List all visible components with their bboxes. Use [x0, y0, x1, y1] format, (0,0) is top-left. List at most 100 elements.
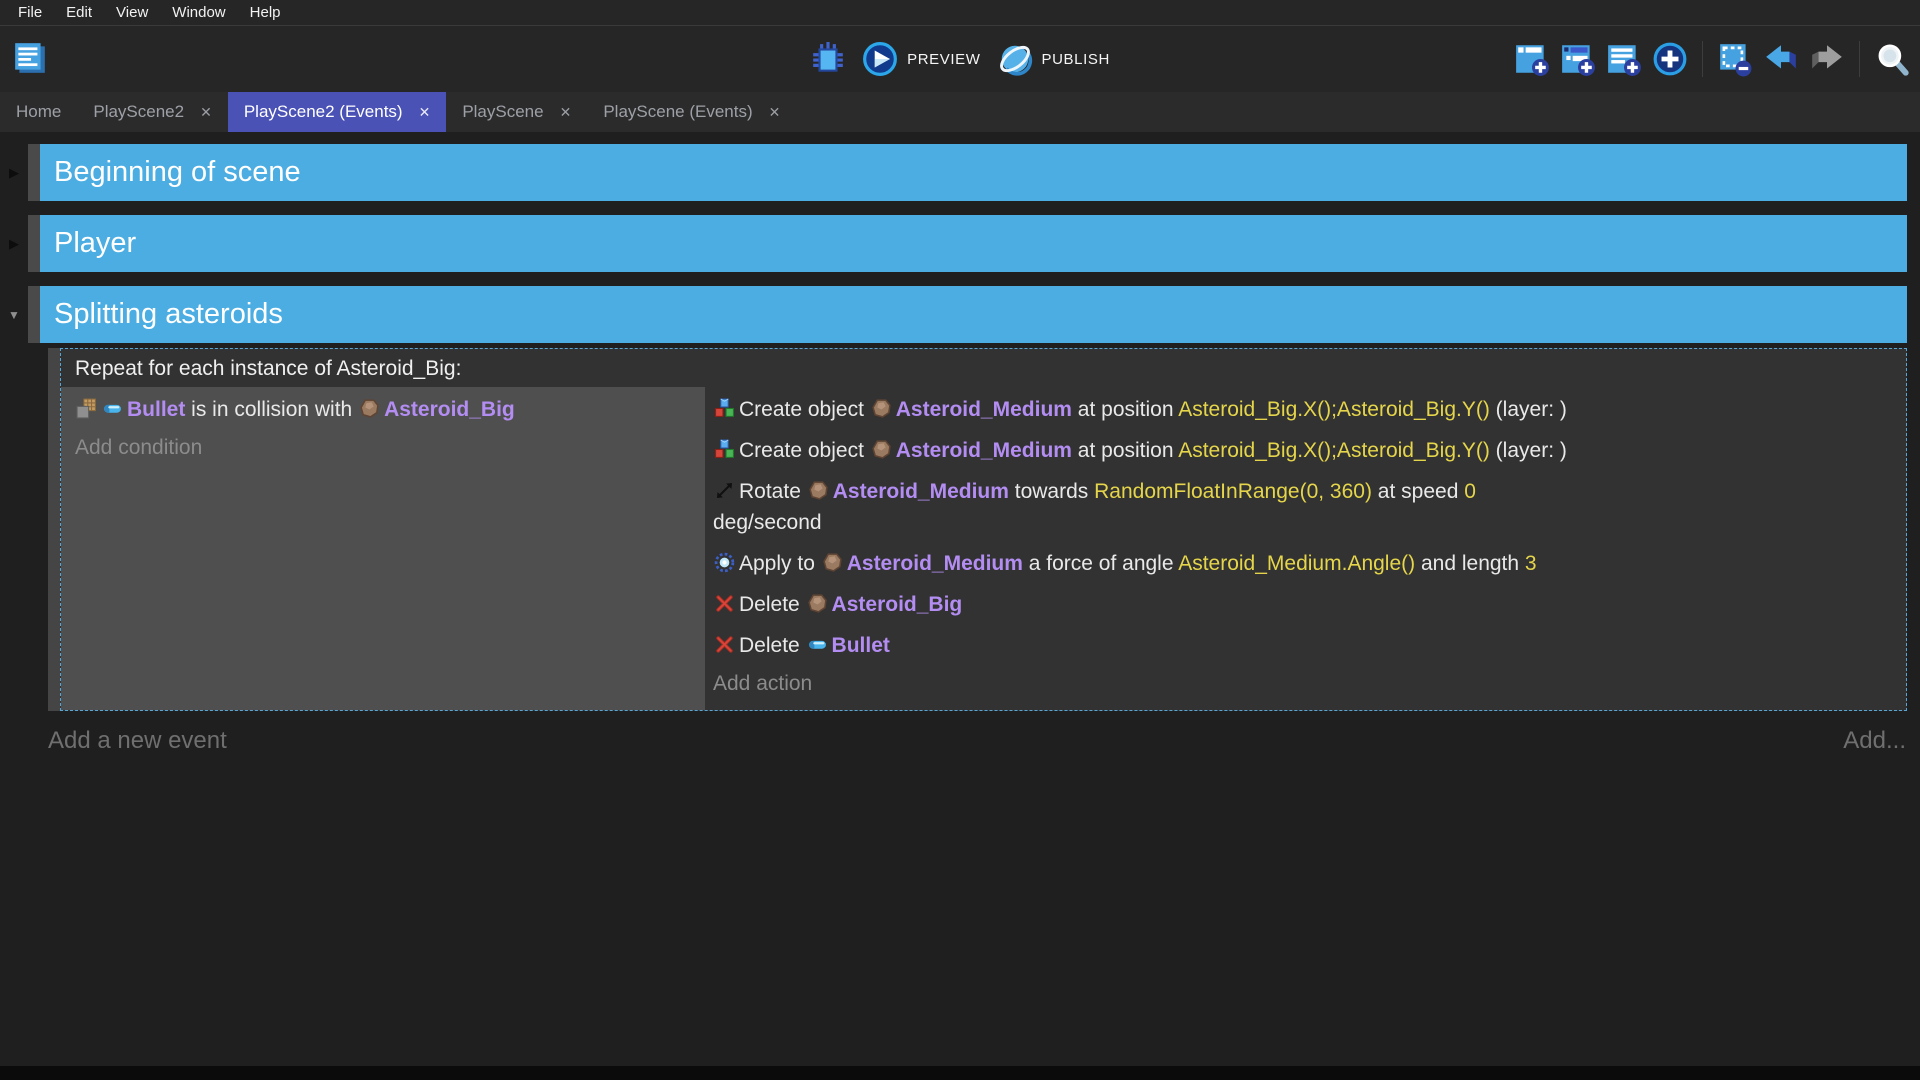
collapse-triangle-icon[interactable]: ▼: [8, 309, 20, 321]
menu-item-help[interactable]: Help: [238, 2, 293, 23]
condition-row[interactable]: Bullet is in collision with Asteroid_Big: [73, 389, 699, 430]
force-icon: [714, 551, 735, 572]
tab-label: PlayScene (Events): [603, 102, 752, 122]
add-circle-icon[interactable]: [1652, 41, 1688, 77]
bottom-bar: [0, 1066, 1920, 1080]
action-row[interactable]: Delete Asteroid_Big: [711, 584, 1896, 625]
text-segment: is in collision with: [185, 398, 358, 421]
event-group: ▼ Splitting asteroids: [0, 286, 1907, 343]
tab-home[interactable]: Home: [0, 92, 77, 132]
text-segment: Asteroid_Medium: [896, 398, 1072, 421]
text-segment: Asteroid_Medium: [896, 439, 1072, 462]
text-segment: at position: [1072, 398, 1178, 421]
events-footer: Add a new event Add...: [48, 727, 1906, 755]
action-row[interactable]: Delete Bullet: [711, 625, 1896, 666]
tab-playscene[interactable]: PlayScene ✕: [446, 92, 587, 132]
search-icon[interactable]: [1874, 41, 1910, 77]
text-segment: (layer: ): [1490, 439, 1567, 462]
add-condition-button[interactable]: Add condition: [73, 430, 699, 466]
add-more-button[interactable]: Add...: [1843, 727, 1906, 755]
publish-button[interactable]: PUBLISH: [997, 41, 1110, 77]
text-segment: and length: [1415, 552, 1525, 575]
tab-playscene2-events-[interactable]: PlayScene2 (Events) ✕: [228, 92, 446, 132]
undo-icon[interactable]: [1763, 41, 1799, 77]
tab-playscene-events-[interactable]: PlayScene (Events) ✕: [587, 92, 796, 132]
rotate-icon: [714, 479, 735, 500]
conditions-column: Bullet is in collision with Asteroid_Big…: [61, 387, 705, 710]
collision-icon: [76, 397, 97, 418]
text-segment: 3: [1525, 552, 1537, 575]
menu-item-view[interactable]: View: [104, 2, 160, 23]
text-segment: Create object: [739, 439, 870, 462]
action-row[interactable]: Rotate Asteroid_Medium towards RandomFlo…: [711, 471, 1896, 543]
tab-close-icon[interactable]: ✕: [769, 105, 781, 119]
event-group: ▶ Player: [0, 215, 1907, 272]
tab-close-icon[interactable]: ✕: [560, 105, 572, 119]
tab-bar: HomePlayScene2✕PlayScene2 (Events)✕PlayS…: [0, 92, 1920, 132]
action-row[interactable]: Apply to Asteroid_Medium a force of angl…: [711, 543, 1896, 584]
group-indent-strip: [28, 215, 40, 272]
publish-globe-icon: [997, 41, 1033, 77]
preview-label: PREVIEW: [907, 51, 980, 68]
selected-event[interactable]: Repeat for each instance of Asteroid_Big…: [60, 348, 1907, 711]
text-segment: Delete: [739, 593, 806, 616]
expand-triangle-icon[interactable]: ▶: [9, 166, 19, 179]
group-indent-strip: [28, 286, 40, 343]
text-segment: (layer: ): [1490, 398, 1567, 421]
text-segment: Asteroid_Big.X();Asteroid_Big.Y(): [1178, 439, 1490, 462]
delete-icon: [714, 592, 735, 613]
menu-item-window[interactable]: Window: [160, 2, 237, 23]
menu-item-edit[interactable]: Edit: [54, 2, 104, 23]
event-group: ▶ Beginning of scene: [0, 144, 1907, 201]
group-gutter: ▶: [0, 215, 28, 272]
create-object-icon: [714, 397, 735, 418]
publish-label: PUBLISH: [1042, 51, 1110, 68]
add-new-event-button[interactable]: Add a new event: [48, 727, 227, 755]
add-action-button[interactable]: Add action: [711, 666, 1896, 702]
text-segment: a force of angle: [1023, 552, 1178, 575]
asteroid-icon: [808, 479, 829, 500]
group-gutter: ▼: [0, 286, 28, 343]
text-segment: Asteroid_Big: [832, 593, 963, 616]
text-segment: Bullet: [127, 398, 185, 421]
expand-triangle-icon[interactable]: ▶: [9, 237, 19, 250]
tab-close-icon[interactable]: ✕: [200, 105, 212, 119]
add-comment-icon[interactable]: [1606, 41, 1642, 77]
action-row[interactable]: Create object Asteroid_Medium at positio…: [711, 389, 1896, 430]
group-gutter: ▶: [0, 144, 28, 201]
text-segment: Apply to: [739, 552, 821, 575]
content-indent-strip: [48, 348, 60, 711]
preview-play-icon: [862, 41, 898, 77]
events-sheet: ▶ Beginning of scene ▶ Player ▼ Splitting ast…: [0, 132, 1920, 711]
debug-icon[interactable]: [810, 41, 846, 77]
action-row[interactable]: Create object Asteroid_Medium at positio…: [711, 430, 1896, 471]
asteroid-icon: [871, 438, 892, 459]
asteroid-icon: [359, 397, 380, 418]
tab-label: PlayScene2 (Events): [244, 102, 403, 122]
tab-label: Home: [16, 102, 61, 122]
text-segment: Asteroid_Medium: [833, 480, 1009, 503]
toolbar-separator: [1859, 41, 1860, 77]
tab-label: PlayScene: [462, 102, 543, 122]
group-header-splitting-asteroids[interactable]: Splitting asteroids: [40, 286, 1907, 343]
text-segment: Asteroid_Big.X();Asteroid_Big.Y(): [1178, 398, 1490, 421]
group-content: Repeat for each instance of Asteroid_Big…: [48, 348, 1907, 711]
text-segment: Asteroid_Medium.Angle(): [1178, 552, 1415, 575]
text-segment: Bullet: [832, 634, 890, 657]
delete-icon: [714, 633, 735, 654]
actions-column: Create object Asteroid_Medium at positio…: [705, 387, 1906, 710]
tab-playscene2[interactable]: PlayScene2✕: [77, 92, 227, 132]
add-subevent-icon[interactable]: [1560, 41, 1596, 77]
group-header-player[interactable]: Player: [40, 215, 1907, 272]
redo-icon[interactable]: [1809, 41, 1845, 77]
bullet-icon: [807, 633, 828, 654]
create-object-icon: [714, 438, 735, 459]
add-event-icon[interactable]: [1514, 41, 1550, 77]
group-header-beginning-of-scene[interactable]: Beginning of scene: [40, 144, 1907, 201]
select-instructions-icon[interactable]: [1717, 41, 1753, 77]
menu-item-file[interactable]: File: [6, 2, 54, 23]
text-segment: Rotate: [739, 480, 807, 503]
tab-close-icon[interactable]: ✕: [419, 105, 431, 119]
repeat-event-text[interactable]: Repeat for each instance of Asteroid_Big…: [61, 349, 1906, 387]
preview-button[interactable]: PREVIEW: [862, 41, 980, 77]
